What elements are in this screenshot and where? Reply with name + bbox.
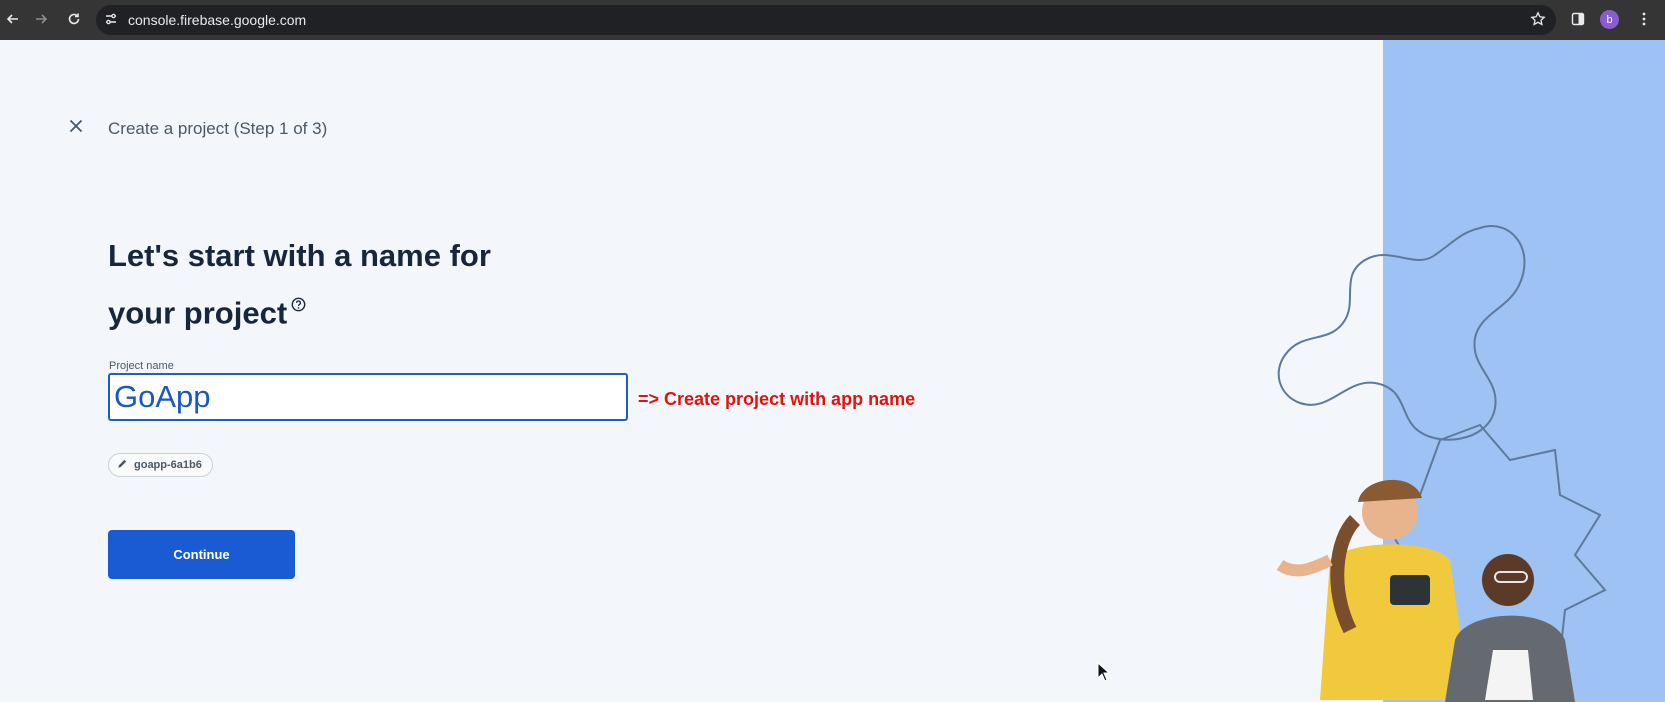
site-settings-icon[interactable]: [104, 12, 118, 31]
profile-avatar[interactable]: b: [1600, 10, 1619, 29]
project-name-input[interactable]: [108, 373, 628, 421]
back-arrow-icon[interactable]: [2, 8, 24, 30]
help-icon[interactable]: [291, 279, 306, 325]
reload-icon[interactable]: [63, 8, 85, 30]
forward-arrow-icon[interactable]: [30, 8, 52, 30]
heading-line-2: your project: [108, 279, 628, 336]
people-illustration: [1276, 225, 1607, 702]
bookmark-star-icon[interactable]: [1530, 11, 1546, 32]
url-text: console.firebase.google.com: [128, 12, 307, 28]
project-id-text: goapp-6a1b6: [134, 459, 202, 471]
project-id-chip[interactable]: goapp-6a1b6: [108, 453, 213, 477]
more-vert-icon[interactable]: [1633, 8, 1655, 30]
side-panel-icon[interactable]: [1567, 8, 1589, 30]
step-title: Create a project (Step 1 of 3): [108, 119, 328, 138]
address-bar[interactable]: console.firebase.google.com: [96, 5, 1556, 35]
close-icon[interactable]: [64, 114, 88, 138]
continue-button[interactable]: Continue: [108, 530, 295, 579]
page-heading: Let's start with a name for your project: [108, 233, 628, 336]
heading-line-1: Let's start with a name for: [108, 238, 491, 273]
create-project-page: Create a project (Step 1 of 3) Let's sta…: [0, 40, 1665, 702]
instruction-annotation: => Create project with app name: [638, 389, 916, 409]
heading-line-2-text: your project: [108, 295, 288, 331]
mouse-cursor-icon: [1097, 661, 1111, 687]
project-name-label: Project name: [109, 360, 174, 372]
edit-pencil-icon: [117, 458, 128, 472]
browser-toolbar: console.firebase.google.com b: [0, 0, 1665, 40]
